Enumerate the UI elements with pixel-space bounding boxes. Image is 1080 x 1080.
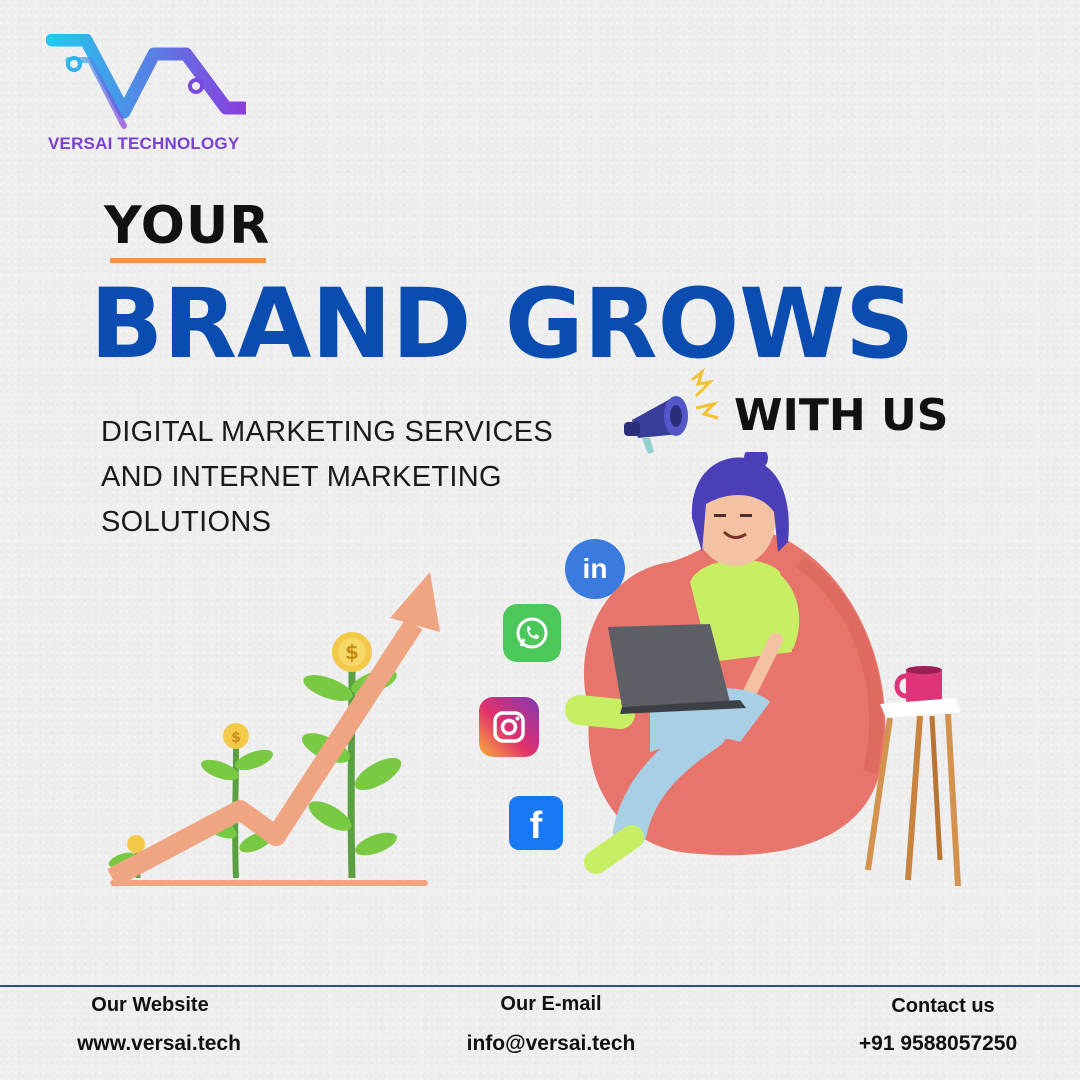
footer-phone-link[interactable]: +91 9588057250 (859, 1032, 1017, 1056)
megaphone-icon (624, 368, 719, 454)
footer-website-label: Our Website (91, 994, 209, 1016)
tagline-line: AND INTERNET MARKETING (101, 461, 502, 493)
facebook-label: f (529, 804, 543, 847)
logo-text: VERSAI TECHNOLOGY (48, 134, 240, 153)
versai-logo-icon (46, 34, 246, 129)
svg-text:$: $ (345, 640, 359, 664)
footer-divider (0, 985, 1080, 987)
headline-underline (110, 258, 266, 263)
footer-email-link[interactable]: info@versai.tech (467, 1032, 636, 1056)
growth-chart-illustration: $ $ (107, 572, 440, 887)
facebook-icon[interactable]: f (509, 796, 563, 850)
svg-text:$: $ (231, 730, 241, 746)
woman-on-beanbag-illustration (565, 452, 886, 874)
footer-website-link[interactable]: www.versai.tech (77, 1032, 241, 1056)
whatsapp-glyph-icon (516, 617, 548, 649)
whatsapp-icon[interactable] (503, 604, 561, 662)
side-table-illustration (865, 666, 961, 887)
tagline-line: DIGITAL MARKETING SERVICES (101, 416, 554, 448)
headline-brand-grows: BRAND GROWS (90, 268, 915, 380)
headline-with-us: WITH US (734, 390, 949, 441)
headline-your: YOUR (104, 196, 271, 256)
instagram-glyph-icon (493, 711, 525, 743)
footer-email-label: Our E-mail (500, 993, 602, 1015)
footer-contact-label: Contact us (891, 995, 995, 1017)
instagram-icon[interactable] (479, 697, 539, 757)
tagline: DIGITAL MARKETING SERVICES AND INTERNET … (101, 410, 581, 545)
tagline-line: SOLUTIONS (101, 506, 272, 538)
